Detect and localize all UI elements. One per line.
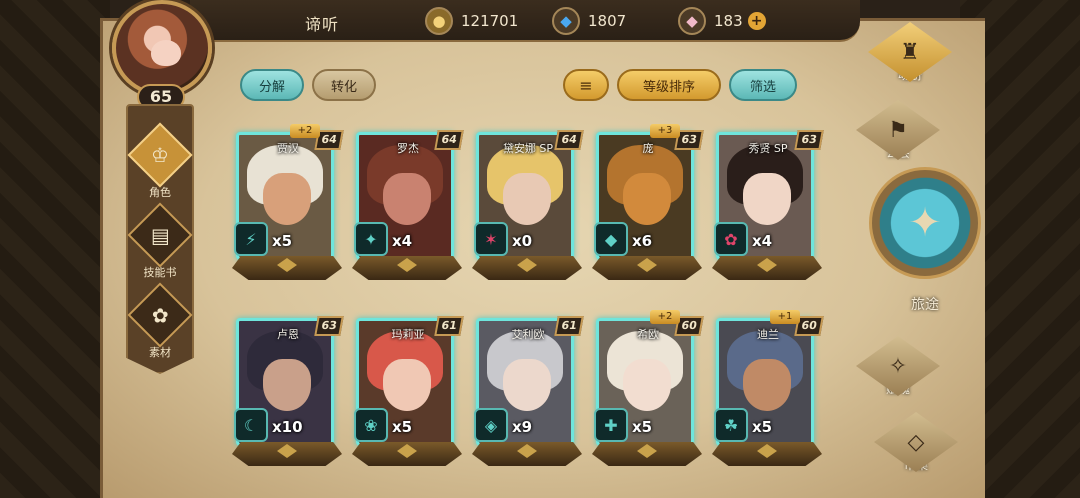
hero-face	[743, 359, 791, 411]
material-icon: ✿	[127, 282, 193, 348]
skill-book-icon: ▤	[127, 202, 193, 268]
sort-by-level-button[interactable]: 等级排序	[617, 69, 721, 101]
hero-face	[623, 173, 671, 225]
hero-level-tag: 64	[554, 130, 584, 150]
nav-item-character[interactable]: ♔ 角色	[127, 122, 193, 200]
character-icon: ♔	[127, 122, 193, 188]
hero-count: x6	[632, 232, 653, 250]
hero-count: x5	[392, 418, 413, 436]
hero-face	[263, 359, 311, 411]
nav-item-soul-book[interactable]: ♜ 魂册	[860, 22, 960, 83]
add-gem-button[interactable]: +	[747, 12, 766, 30]
hero-count: x5	[272, 232, 293, 250]
left-nav: ♔ 角色 ▤ 技能书 ✿ 素材	[126, 104, 194, 374]
nav-item-material[interactable]: ✿ 素材	[127, 282, 193, 360]
hero-level-tag: 64	[434, 130, 464, 150]
nav-item-soul-infuse[interactable]: ✧ 赋魂	[848, 336, 948, 397]
hero-class-icon: ✿	[714, 222, 748, 256]
gold-coin-icon: ●	[425, 7, 453, 35]
currency-gold: ● 121701	[425, 7, 519, 35]
hero-face	[383, 359, 431, 411]
nav-item-label: 旅途	[911, 297, 939, 313]
hero-class-icon: ☾	[234, 408, 268, 442]
hero-card[interactable]: 庞 63 +3 ◆ x6	[592, 124, 704, 280]
hero-class-icon: ◈	[474, 408, 508, 442]
hero-plus-tag: +1	[770, 310, 800, 324]
hero-count: x5	[632, 418, 653, 436]
hero-class-icon: ⚡	[234, 222, 268, 256]
hero-face	[623, 359, 671, 411]
hero-card[interactable]: 迪兰 60 +1 ☘ x5	[712, 310, 824, 466]
hero-face	[503, 359, 551, 411]
crystal-amount: 1807	[588, 12, 627, 30]
hero-count: x10	[272, 418, 303, 436]
hero-level-tag: 61	[434, 316, 464, 336]
hero-card[interactable]: 玛莉亚 61 ❀ x5	[352, 316, 464, 466]
hero-card[interactable]: 罗杰 64 ✦ x4	[352, 130, 464, 280]
sort-icon[interactable]: ≡	[563, 69, 609, 101]
hero-class-icon: ✚	[594, 408, 628, 442]
nav-item-journey[interactable]: ✦ 旅途	[864, 162, 984, 313]
pink-gem-icon: ◆	[678, 7, 706, 35]
hero-level-tag: 61	[554, 316, 584, 336]
hero-card[interactable]: 卢恩 63 ☾ x10	[232, 316, 344, 466]
filter-button[interactable]: 筛选	[729, 69, 797, 101]
tab-decompose[interactable]: 分解	[240, 69, 304, 101]
nav-item-market[interactable]: ◇ 市集	[866, 412, 966, 473]
hero-class-icon: ✦	[354, 222, 388, 256]
hero-count: x9	[512, 418, 533, 436]
hero-card[interactable]: 艾利欧 61 ◈ x9	[472, 316, 584, 466]
currency-crystal: ◆ 1807	[552, 7, 627, 35]
gold-amount: 121701	[461, 12, 519, 30]
hero-class-icon: ❀	[354, 408, 388, 442]
hero-face	[263, 173, 311, 225]
nav-item-skill-book[interactable]: ▤ 技能书	[127, 202, 193, 280]
nav-item-guild[interactable]: ⚑ 公会	[848, 100, 948, 161]
background-left	[0, 0, 110, 498]
blue-crystal-icon: ◆	[552, 7, 580, 35]
hero-face	[383, 173, 431, 225]
hero-face	[503, 173, 551, 225]
currency-gem: ◆ 183 +	[678, 7, 766, 35]
gem-amount: 183	[714, 12, 743, 30]
page-title: 谛听	[305, 15, 340, 34]
avatar-face	[151, 40, 181, 66]
hero-face	[743, 173, 791, 225]
journey-icon: ✦	[869, 167, 981, 279]
hero-card[interactable]: 黛安娜 SP 64 ✶ x0	[472, 130, 584, 280]
hero-plus-tag: +2	[290, 124, 320, 138]
hero-card[interactable]: 秀贤 SP 63 ✿ x4	[712, 130, 824, 280]
hero-count: x0	[512, 232, 533, 250]
hero-count: x4	[392, 232, 413, 250]
hero-class-icon: ☘	[714, 408, 748, 442]
hero-count: x4	[752, 232, 773, 250]
hero-level-tag: 63	[794, 130, 824, 150]
hero-class-icon: ◆	[594, 222, 628, 256]
hero-card[interactable]: 贾汉 64 +2 ⚡ x5	[232, 124, 344, 280]
tab-convert[interactable]: 转化	[312, 69, 376, 101]
avatar[interactable]	[112, 0, 212, 96]
hero-plus-tag: +2	[650, 310, 680, 324]
hero-class-icon: ✶	[474, 222, 508, 256]
hero-level-tag: 63	[314, 316, 344, 336]
hero-count: x5	[752, 418, 773, 436]
hero-plus-tag: +3	[650, 124, 680, 138]
hero-card[interactable]: 希欧 60 +2 ✚ x5	[592, 310, 704, 466]
